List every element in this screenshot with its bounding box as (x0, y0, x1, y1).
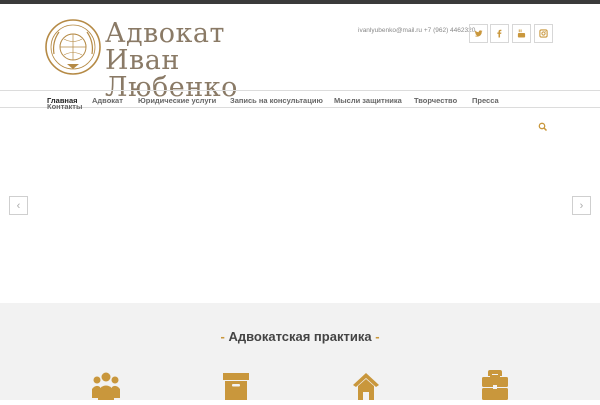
facebook-icon (497, 29, 502, 38)
hero-slider (0, 109, 600, 303)
nav-item-press[interactable]: Пресса (472, 96, 499, 105)
main-navigation: Главная Адвокат Юридические услуги Запис… (0, 90, 600, 108)
youtube-button[interactable] (512, 24, 531, 43)
practice-section (0, 303, 600, 400)
practice-title-text: Адвокатская практика (228, 329, 372, 344)
contact-info: ivanlyubenko@mail.ru +7 (962) 4462320 (358, 27, 476, 34)
briefcase-icon (482, 370, 508, 400)
archive-icon (223, 373, 249, 400)
title-dash-right: - (375, 329, 380, 344)
slider-prev-button[interactable]: ‹ (9, 196, 28, 215)
practice-item-briefcase[interactable] (481, 370, 509, 400)
nav-item-lawyer[interactable]: Адвокат (92, 96, 123, 105)
twitter-button[interactable] (469, 24, 488, 43)
slider-next-button[interactable]: › (572, 196, 591, 215)
site-header: Адвокат Иван Любенко ivanlyubenko@mail.r… (0, 4, 600, 101)
instagram-button[interactable] (534, 24, 553, 43)
practice-section-title: - Адвокатская практика - (0, 329, 600, 344)
youtube-icon (517, 29, 526, 38)
logo-line-1: Адвокат (105, 18, 225, 49)
title-dash-left: - (220, 329, 225, 344)
site-logo[interactable]: Адвокат Иван Любенко (45, 18, 280, 101)
twitter-icon (474, 30, 483, 37)
group-icon (92, 372, 120, 400)
nav-item-legal-services[interactable]: Юридические услуги (138, 96, 216, 105)
logo-text: Адвокат Иван Любенко (105, 20, 280, 101)
facebook-button[interactable] (490, 24, 509, 43)
practice-item-home[interactable] (352, 370, 380, 400)
nav-item-thoughts[interactable]: Мысли защитника (334, 96, 402, 105)
practice-item-archive[interactable] (222, 370, 250, 400)
instagram-icon (539, 29, 548, 38)
seal-emblem-icon (45, 19, 101, 75)
home-icon (353, 373, 379, 400)
nav-item-creativity[interactable]: Творчество (414, 96, 457, 105)
practice-item-group[interactable] (92, 370, 120, 400)
nav-item-consultation[interactable]: Запись на консультацию (230, 96, 323, 105)
